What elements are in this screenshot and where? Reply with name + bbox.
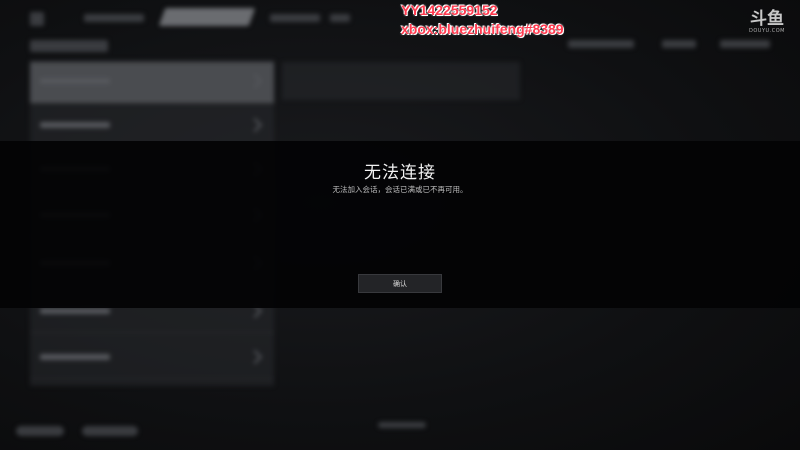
button-hint — [16, 426, 64, 436]
confirm-button[interactable]: 确认 — [358, 274, 442, 293]
stream-overlay-yy-id: YY1422559152 — [401, 2, 498, 18]
stream-overlay-xbox-id: xbox:bluezhuifeng#8389 — [401, 21, 564, 37]
top-tab — [330, 14, 350, 22]
screen-heading — [30, 40, 108, 52]
douyu-logo-icon: 斗鱼 — [750, 9, 784, 29]
top-right-option — [720, 40, 770, 48]
top-right-option — [568, 40, 634, 48]
dialog-title: 无法连接 — [364, 163, 436, 183]
top-right-option — [662, 40, 696, 48]
douyu-watermark: 斗鱼 DOUYU.COM — [744, 10, 790, 34]
menu-row — [30, 62, 274, 103]
button-hint — [82, 426, 138, 436]
game-screen: 无法连接 无法加入会话，会话已满或已不再可用。 确认 YY1422559152 … — [0, 0, 800, 450]
right-detail-panel — [282, 62, 520, 100]
top-tab-active — [158, 8, 256, 26]
menu-row — [30, 338, 274, 379]
menu-icon — [30, 12, 44, 26]
watermark-domain: DOUYU.COM — [749, 28, 785, 34]
top-tab — [84, 14, 144, 22]
dialog-message: 无法加入会话，会话已满或已不再可用。 — [332, 185, 468, 194]
top-tab — [270, 14, 320, 22]
button-hint — [378, 422, 426, 428]
